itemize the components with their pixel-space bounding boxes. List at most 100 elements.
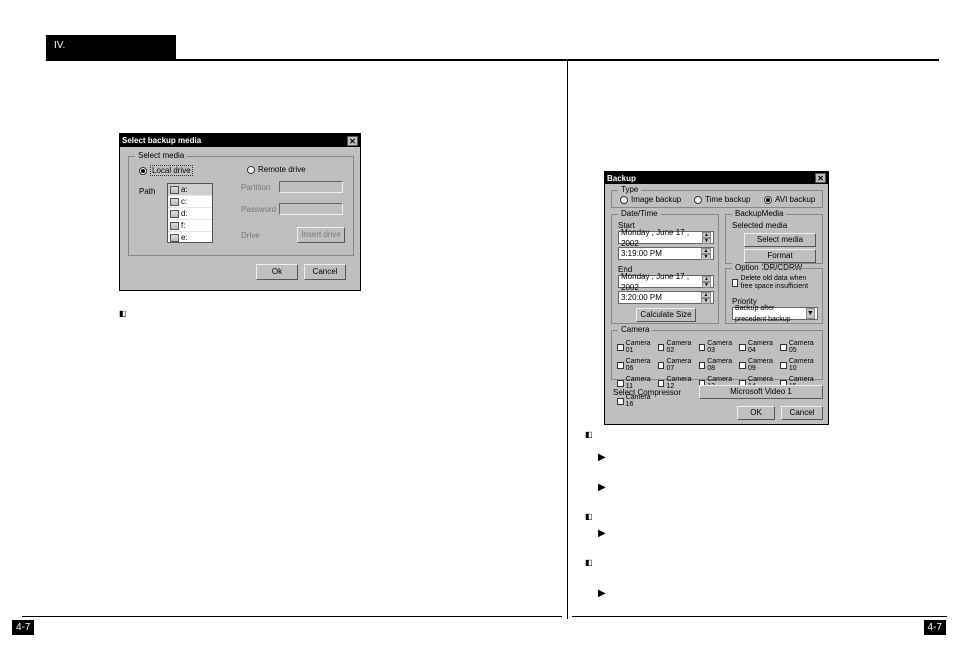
date-spinner[interactable]: ▲▼ [702,276,711,287]
time-backup-radio[interactable]: Time backup [694,195,751,204]
checkbox-icon [617,398,624,405]
compressor-label: Select Compressor [613,388,681,397]
checkbox-icon [658,380,665,387]
dialog-title: Select backup media [122,136,201,145]
section-number: IV. [54,40,65,51]
avi-backup-radio[interactable]: AVI backup [764,195,815,204]
camera-checkbox[interactable]: Camera 01 [617,340,658,354]
section-rule [46,59,939,61]
checkbox-icon [699,344,706,351]
end-date-value: Monday , June 17 , 2002 [621,271,702,293]
bullet-arrow-icon: ▶ [598,588,606,599]
bullet-square-icon: ◧ [585,512,593,521]
time-spinner[interactable]: ▲▼ [701,292,711,303]
page-number-left: 4-7 [12,620,34,635]
drive-item[interactable]: f: [168,220,212,232]
radio-label: Time backup [705,195,751,204]
checkbox-icon [780,362,787,369]
dialog-titlebar[interactable]: Select backup media ✕ [120,134,360,147]
compressor-button[interactable]: Microsoft Video 1 [699,385,823,399]
checkbox-icon [617,362,624,369]
drive-icon [170,186,179,194]
dialog-titlebar[interactable]: Backup ✕ [605,172,828,184]
drive-letter: a: [181,184,188,196]
group-label: Type [618,185,641,194]
radio-label: Local drive [150,165,193,176]
close-icon[interactable]: ✕ [815,173,826,183]
end-date-field[interactable]: Monday , June 17 , 2002 ▲▼ [618,275,714,288]
camera-checkbox[interactable]: Camera 08 [699,358,740,372]
radio-label: AVI backup [775,195,815,204]
delete-old-data-checkbox[interactable]: Delete old data when free space insuffic… [732,275,820,291]
close-icon[interactable]: ✕ [347,136,358,146]
select-media-button[interactable]: Select media [744,233,816,247]
partition-label: Partition [241,183,270,192]
remote-drive-radio[interactable]: Remote drive [247,165,306,174]
checkbox-icon [658,344,665,351]
insert-drive-button: Insert drive [297,227,345,243]
page-number-right: 4-7 [924,620,946,635]
bullet-arrow-icon: ▶ [598,528,606,539]
center-divider [567,59,568,619]
checkbox-icon [617,380,624,387]
camera-checkbox[interactable]: Camera 04 [739,340,780,354]
image-backup-radio[interactable]: Image backup [620,195,681,204]
drive-item[interactable]: e: [168,232,212,243]
date-spinner[interactable]: ▲▼ [702,232,711,243]
end-time-value: 3:20:00 PM [621,292,662,303]
password-field [279,203,343,215]
checkbox-icon [739,344,746,351]
priority-dropdown[interactable]: Backup after precedent backup ▼ [732,307,818,320]
drive-icon [170,234,179,242]
camera-label: Camera 01 [626,340,658,354]
group-label: Camera [618,325,652,334]
checkbox-label: Delete old data when free space insuffic… [741,275,820,291]
ok-button[interactable]: OK [737,406,775,420]
start-date-field[interactable]: Monday , June 17 , 2002 ▲▼ [618,231,714,244]
drive-icon [170,222,179,230]
drive-letter: d: [181,208,188,220]
cancel-button[interactable]: Cancel [781,406,823,420]
select-backup-media-dialog: Select backup media ✕ Select media Local… [119,133,361,291]
drive-item[interactable]: d: [168,208,212,220]
checkbox-icon [739,362,746,369]
bottom-rule-right [572,616,947,617]
camera-checkbox[interactable]: Camera 07 [658,358,699,372]
drive-icon [170,210,179,218]
local-drive-radio[interactable]: Local drive [139,165,193,176]
drive-item[interactable]: c: [168,196,212,208]
checkbox-icon [617,344,624,351]
format-cdr-button[interactable]: Format CDR/CDRW [744,249,816,263]
drive-letter: f: [181,220,185,232]
group-label: Date/Time [618,209,661,218]
camera-checkbox[interactable]: Camera 09 [739,358,780,372]
cancel-button[interactable]: Cancel [304,264,346,280]
group-label: Option [732,263,762,272]
drive-item[interactable]: a: [168,184,212,196]
camera-label: Camera 08 [707,358,739,372]
camera-label: Camera 02 [666,340,698,354]
start-time-value: 3:19:00 PM [621,248,662,259]
end-time-field[interactable]: 3:20:00 PM ▲▼ [618,291,714,304]
camera-checkbox[interactable]: Camera 03 [699,340,740,354]
calculate-size-button[interactable]: Calculate Size [636,308,696,322]
camera-label: Camera 03 [707,340,739,354]
camera-checkbox[interactable]: Camera 02 [658,340,699,354]
camera-checkbox[interactable]: Camera 05 [780,340,821,354]
time-spinner[interactable]: ▲▼ [701,248,711,259]
radio-icon [247,166,255,174]
camera-checkbox[interactable]: Camera 10 [780,358,821,372]
drive-list[interactable]: a: c: d: f: e: [167,183,213,243]
bullet-arrow-icon: ▶ [598,452,606,463]
drive-icon [170,198,179,206]
checkbox-icon [699,362,706,369]
chevron-down-icon: ▼ [806,308,815,319]
path-label: Path [139,187,155,196]
camera-label: Camera 05 [789,340,821,354]
priority-value: Backup after precedent backup [735,303,806,325]
start-time-field[interactable]: 3:19:00 PM ▲▼ [618,247,714,260]
bottom-rule-left [22,616,562,617]
ok-button[interactable]: Ok [256,264,298,280]
type-group: Type Image backup Time backup AVI backup [611,190,823,208]
camera-checkbox[interactable]: Camera 06 [617,358,658,372]
